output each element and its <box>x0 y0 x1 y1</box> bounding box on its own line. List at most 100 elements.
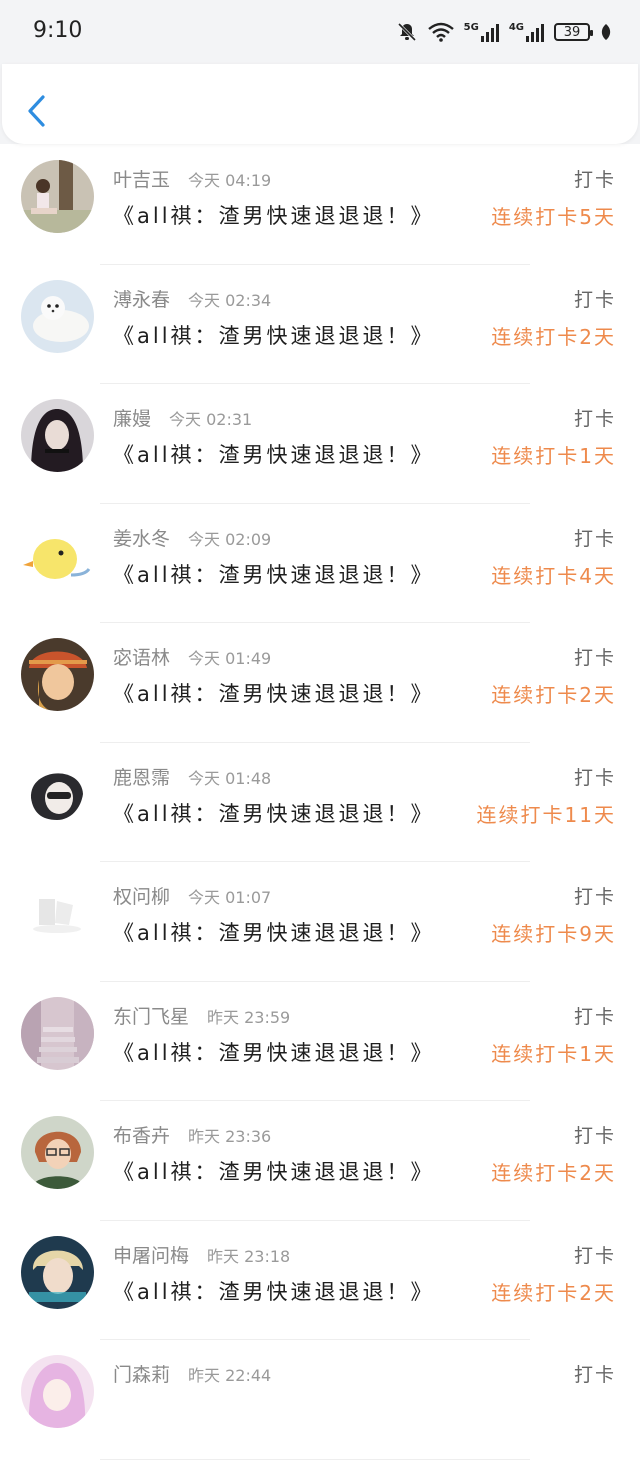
checkin-tag: 打卡 <box>573 527 616 550</box>
checkin-list: 叶吉玉 今天 04:19 《all祺：渣男快速退退退！》 打卡 连续打卡5天 溥永… <box>0 145 640 1460</box>
checkin-time: 今天 02:34 <box>188 290 272 310</box>
user-name[interactable]: 门森莉 <box>113 1364 170 1386</box>
list-item[interactable]: 叶吉玉 今天 04:19 《all祺：渣男快速退退退！》 打卡 连续打卡5天 <box>0 145 640 265</box>
user-line: 申屠问梅 昨天 23:18 <box>113 1241 290 1268</box>
battery-level: 39 <box>563 24 581 40</box>
checkin-time: 今天 02:31 <box>169 410 253 429</box>
book-title[interactable]: 《all祺：渣男快速退退退！》 <box>113 917 435 947</box>
book-title[interactable]: 《all祺：渣男快速退退退！》 <box>113 678 435 708</box>
status-bar: 9:10 5G 4G 39 <box>0 0 640 64</box>
book-title[interactable]: 《all祺：渣男快速退退退！》 <box>113 200 435 230</box>
avatar-blond-boy[interactable] <box>21 1235 94 1309</box>
user-line: 溥永春 今天 02:34 <box>113 285 271 312</box>
user-name[interactable]: 叶吉玉 <box>113 169 170 191</box>
streak-label: 连续打卡9天 <box>491 922 616 946</box>
checkin-time: 昨天 23:59 <box>207 1007 291 1027</box>
avatar-faint-shapes[interactable] <box>21 877 94 950</box>
avatar-yellow-chick[interactable] <box>21 518 94 592</box>
avatar-seal[interactable] <box>21 279 94 353</box>
checkin-time: 今天 01:07 <box>188 888 272 907</box>
wifi-icon <box>427 22 454 42</box>
avatar-pink-hair[interactable] <box>21 1355 94 1428</box>
user-line: 东门飞星 昨天 23:59 <box>113 1002 290 1029</box>
streak-label: 连续打卡11天 <box>476 802 616 827</box>
list-item[interactable]: 申屠问梅 昨天 23:18 《all祺：渣男快速退退退！》 打卡 连续打卡2天 <box>0 1221 640 1340</box>
list-item[interactable]: 鹿恩霈 今天 01:48 《all祺：渣男快速退退退！》 打卡 连续打卡11天 <box>0 743 640 862</box>
signal-5g: 5G <box>464 22 499 42</box>
user-name[interactable]: 申屠问梅 <box>113 1245 189 1267</box>
checkin-time: 今天 01:48 <box>188 768 272 788</box>
book-title[interactable]: 《all祺：渣男快速退退退！》 <box>113 320 435 350</box>
avatar-orange-scarf[interactable] <box>21 638 94 711</box>
streak-label: 连续打卡2天 <box>491 1161 616 1185</box>
checkin-time: 今天 02:09 <box>188 529 272 549</box>
list-item[interactable]: 宓语林 今天 01:49 《all祺：渣男快速退退退！》 打卡 连续打卡2天 <box>0 623 640 743</box>
user-name[interactable]: 布香卉 <box>113 1125 170 1147</box>
book-title[interactable]: 《all祺：渣男快速退退退！》 <box>113 559 435 589</box>
list-item[interactable]: 姜水冬 今天 02:09 《all祺：渣男快速退退退！》 打卡 连续打卡4天 <box>0 504 640 623</box>
divider <box>100 1458 530 1460</box>
leaf-icon <box>601 24 611 40</box>
checkin-tag: 打卡 <box>573 1364 616 1386</box>
checkin-time: 昨天 22:44 <box>188 1366 272 1385</box>
checkin-tag: 打卡 <box>573 169 616 191</box>
avatar-dark-hair-girl[interactable] <box>21 399 94 472</box>
user-line: 宓语林 今天 01:49 <box>113 643 271 670</box>
user-name[interactable]: 溥永春 <box>113 289 170 311</box>
list-item[interactable]: 权问柳 今天 01:07 《all祺：渣男快速退退退！》 打卡 连续打卡9天 <box>0 862 640 982</box>
checkin-tag: 打卡 <box>573 1125 616 1147</box>
streak-label: 连续打卡2天 <box>491 1280 616 1305</box>
checkin-tag: 打卡 <box>573 408 616 430</box>
list-item[interactable]: 溥永春 今天 02:34 《all祺：渣男快速退退退！》 打卡 连续打卡2天 <box>0 265 640 384</box>
user-name[interactable]: 宓语林 <box>113 647 170 669</box>
checkin-time: 今天 04:19 <box>188 171 272 190</box>
battery-icon: 39 <box>554 23 593 41</box>
book-title[interactable]: 《all祺：渣男快速退退退！》 <box>113 798 435 828</box>
user-line: 叶吉玉 今天 04:19 <box>113 165 271 192</box>
book-title[interactable]: 《all祺：渣男快速退退退！》 <box>113 439 435 469</box>
list-item[interactable]: 门森莉 昨天 22:44 打卡 <box>0 1340 640 1460</box>
user-name[interactable]: 权问柳 <box>113 886 170 908</box>
checkin-time: 昨天 23:36 <box>188 1127 272 1146</box>
streak-label: 连续打卡1天 <box>491 444 616 468</box>
book-title[interactable]: 《all祺：渣男快速退退退！》 <box>113 1276 435 1306</box>
streak-label: 连续打卡1天 <box>491 1041 616 1066</box>
user-line: 门森莉 昨天 22:44 <box>113 1360 271 1387</box>
network-label-4g: 4G <box>508 22 524 33</box>
streak-label: 连续打卡5天 <box>491 205 616 229</box>
book-title[interactable]: 《all祺：渣男快速退退退！》 <box>113 1037 435 1067</box>
avatar-mask[interactable] <box>21 757 94 831</box>
checkin-tag: 打卡 <box>573 647 616 669</box>
network-label-5g: 5G <box>463 22 479 33</box>
checkin-time: 今天 01:49 <box>188 649 272 668</box>
status-time: 9:10 <box>33 18 83 43</box>
list-item[interactable]: 东门飞星 昨天 23:59 《all祺：渣男快速退退退！》 打卡 连续打卡1天 <box>0 982 640 1101</box>
checkin-tag: 打卡 <box>573 1244 616 1267</box>
user-name[interactable]: 廉嫚 <box>113 408 151 430</box>
book-title[interactable]: 《all祺：渣男快速退退退！》 <box>113 1156 435 1186</box>
checkin-tag: 打卡 <box>573 288 616 311</box>
user-line: 权问柳 今天 01:07 <box>113 882 271 909</box>
user-line: 廉嫚 今天 02:31 <box>113 404 252 431</box>
signal-4g: 4G <box>509 22 544 42</box>
user-name[interactable]: 鹿恩霈 <box>113 767 170 789</box>
list-item[interactable]: 布香卉 昨天 23:36 《all祺：渣男快速退退退！》 打卡 连续打卡2天 <box>0 1101 640 1221</box>
signal-icon <box>480 22 499 42</box>
checkin-tag: 打卡 <box>573 886 616 908</box>
checkin-tag: 打卡 <box>573 1005 616 1028</box>
streak-label: 连续打卡4天 <box>491 563 616 588</box>
checkin-tag: 打卡 <box>573 766 616 789</box>
list-item[interactable]: 廉嫚 今天 02:31 《all祺：渣男快速退退退！》 打卡 连续打卡1天 <box>0 384 640 504</box>
streak-label: 连续打卡2天 <box>491 324 616 349</box>
user-name[interactable]: 东门飞星 <box>113 1006 189 1028</box>
avatar-stairs[interactable] <box>21 996 94 1070</box>
user-name[interactable]: 姜水冬 <box>113 528 170 550</box>
avatar-girl-tree[interactable] <box>21 160 94 233</box>
user-line: 鹿恩霈 今天 01:48 <box>113 763 271 790</box>
bell-off-icon <box>397 22 416 42</box>
chevron-left-icon[interactable] <box>24 94 50 128</box>
user-line: 姜水冬 今天 02:09 <box>113 524 271 551</box>
user-line: 布香卉 昨天 23:36 <box>113 1121 271 1148</box>
streak-label: 连续打卡2天 <box>491 683 616 707</box>
avatar-woman-glasses[interactable] <box>21 1116 94 1189</box>
